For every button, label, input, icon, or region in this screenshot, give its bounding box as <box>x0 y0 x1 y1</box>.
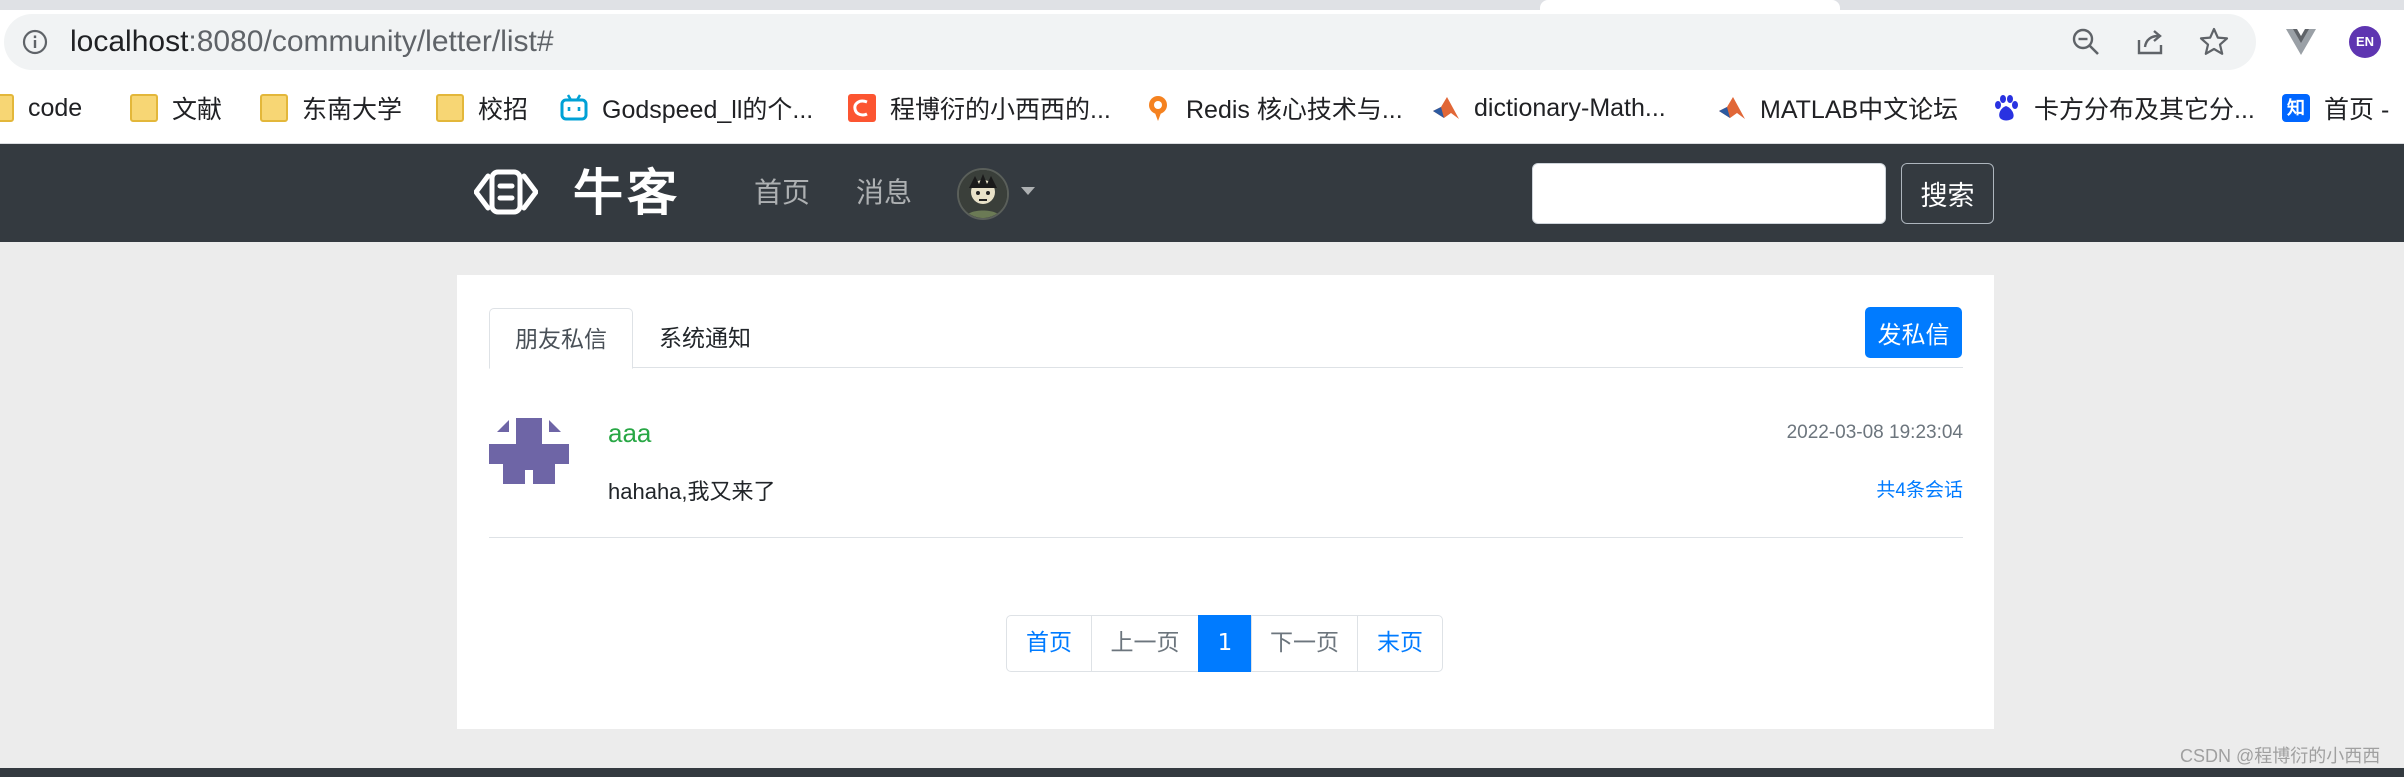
matlab-icon <box>1433 97 1459 119</box>
bookmarks-bar: code 文献 东南大学 校招 Godspeed_ll的个... 程博衍的小西西… <box>0 74 2404 144</box>
bilibili-icon <box>560 94 588 121</box>
page-current[interactable]: 1 <box>1198 615 1252 672</box>
avatar-image <box>959 170 1007 218</box>
bookmark-csdn[interactable]: 程博衍的小西西的... <box>848 88 1111 128</box>
user-avatar[interactable] <box>957 168 1009 220</box>
nav-messages-link[interactable]: 消息 <box>856 176 912 210</box>
tab-system-notices[interactable]: 系统通知 <box>633 308 777 369</box>
bookmark-code[interactable]: code <box>0 88 82 128</box>
folder-icon <box>130 94 158 122</box>
address-bar[interactable]: localhost:8080/community/letter/list# <box>4 14 2256 70</box>
folder-icon <box>436 94 464 122</box>
bookmark-chi-square[interactable]: 卡方分布及其它分... <box>1992 88 2255 128</box>
bookmark-redis[interactable]: Redis 核心技术与... <box>1144 88 1403 128</box>
letter-timestamp: 2022-03-08 19:23:04 <box>1786 422 1963 443</box>
baidu-icon <box>1995 95 2018 121</box>
sender-username-link[interactable]: aaa <box>608 418 651 448</box>
letter-content-link[interactable]: hahaha,我又来了 <box>608 479 776 505</box>
letter-list-card: 朋友私信 系统通知 发私信 aaa 2022-03-08 19:23:04 ha… <box>457 275 1994 729</box>
browser-tab-strip <box>0 0 2404 10</box>
letter-tabs: 朋友私信 系统通知 <box>489 308 1963 369</box>
bookmark-bilibili[interactable]: Godspeed_ll的个... <box>560 88 813 128</box>
page-last[interactable]: 末页 <box>1357 615 1443 672</box>
site-navbar: 牛客 首页 消息 搜索 <box>0 144 2404 242</box>
nowcoder-logo-icon[interactable] <box>474 164 538 220</box>
nav-home-link[interactable]: 首页 <box>754 176 810 210</box>
folder-icon <box>0 94 14 122</box>
vue-devtools-icon[interactable] <box>2284 25 2318 59</box>
site-info-icon[interactable] <box>22 29 48 55</box>
page-next[interactable]: 下一页 <box>1251 615 1358 672</box>
letter-item[interactable]: aaa 2022-03-08 19:23:04 hahaha,我又来了 共4条会… <box>489 418 1963 538</box>
send-letter-button[interactable]: 发私信 <box>1865 307 1962 358</box>
bookmark-literature[interactable]: 文献 <box>130 88 222 128</box>
csdn-watermark: CSDN @程博衍的小西西 <box>2180 746 2381 766</box>
csdn-icon <box>848 94 876 122</box>
page-first[interactable]: 首页 <box>1006 615 1092 672</box>
bookmark-star-icon[interactable] <box>2198 26 2230 58</box>
search-button[interactable]: 搜索 <box>1901 163 1994 224</box>
page-prev[interactable]: 上一页 <box>1091 615 1199 672</box>
bookmark-matlab-forum[interactable]: MATLAB中文论坛 <box>1718 88 1958 128</box>
bookmark-zhihu[interactable]: 知 首页 - <box>2282 88 2389 128</box>
browser-toolbar: localhost:8080/community/letter/list# EN <box>0 10 2404 74</box>
site-logo-text[interactable]: 牛客 <box>573 166 681 220</box>
folder-icon <box>260 94 288 122</box>
bookmark-seu[interactable]: 东南大学 <box>260 88 402 128</box>
search-input[interactable] <box>1532 163 1886 224</box>
sender-avatar[interactable] <box>489 418 569 484</box>
profile-avatar[interactable]: EN <box>2349 26 2381 58</box>
matlab-icon <box>1719 97 1745 119</box>
pagination: 首页 上一页 1 下一页 末页 <box>1006 615 1443 672</box>
zhihu-icon: 知 <box>2282 94 2310 122</box>
bookmark-dictionary-math[interactable]: dictionary-Math... <box>1432 88 1666 128</box>
site-footer-edge <box>0 768 2404 777</box>
share-icon[interactable] <box>2134 26 2166 58</box>
conversation-count-link[interactable]: 共4条会话 <box>1876 480 1963 502</box>
user-menu-caret-icon[interactable] <box>1021 187 1035 195</box>
active-browser-tab[interactable] <box>1540 0 1840 10</box>
geektime-icon <box>1149 96 1167 121</box>
bookmark-campus-hiring[interactable]: 校招 <box>436 88 528 128</box>
tab-friend-letters[interactable]: 朋友私信 <box>489 308 633 369</box>
zoom-out-icon[interactable] <box>2070 26 2102 58</box>
url-text[interactable]: localhost:8080/community/letter/list# <box>70 27 554 57</box>
